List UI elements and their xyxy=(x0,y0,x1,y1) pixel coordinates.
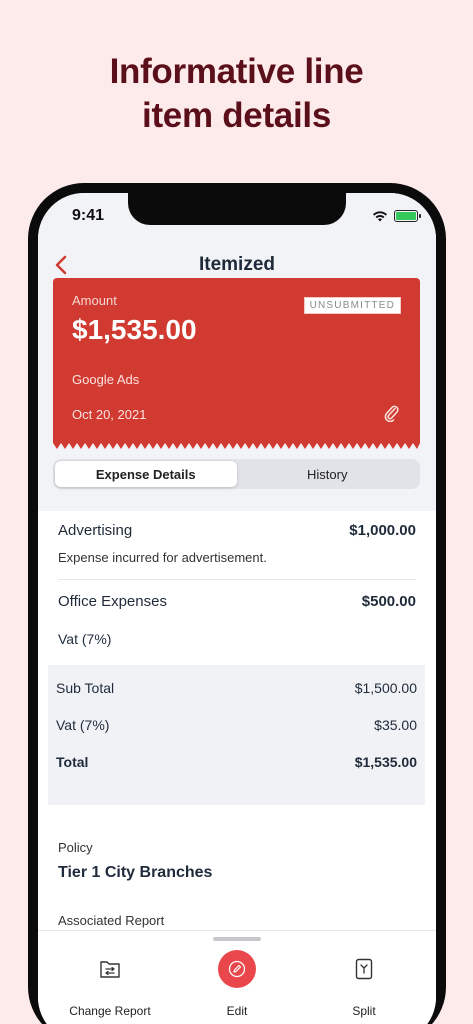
subtotal-value: $1,500.00 xyxy=(354,680,417,696)
header-area: 9:41 Itemized Amount $1,535.00 UNSUBMITT… xyxy=(38,193,436,511)
headline-line-2: item details xyxy=(142,96,331,135)
subtotal-label: Sub Total xyxy=(56,680,115,696)
split-label: Split xyxy=(352,1004,376,1018)
headline-line-1: Informative line xyxy=(109,52,364,91)
sheet-handle[interactable] xyxy=(213,937,261,941)
receipt-edge xyxy=(53,443,420,449)
vat-label: Vat (7%) xyxy=(56,717,110,733)
edit-label: Edit xyxy=(226,1004,248,1018)
associated-report-label: Associated Report xyxy=(58,913,165,928)
attachment-icon[interactable] xyxy=(384,405,400,423)
policy-value: Tier 1 City Branches xyxy=(58,864,213,881)
line-item-advertising[interactable]: Advertising $1,000.00 xyxy=(58,522,416,539)
phone-frame: 9:41 Itemized Amount $1,535.00 UNSUBMITT… xyxy=(28,183,446,1024)
tab-expense-details[interactable]: Expense Details xyxy=(55,461,237,487)
battery-icon xyxy=(394,210,421,222)
totals-summary: Sub Total $1,500.00 Vat (7%) $35.00 Tota… xyxy=(48,665,425,805)
vat-value: $35.00 xyxy=(374,717,417,733)
edit-button[interactable]: Edit xyxy=(177,949,297,1018)
merchant-name: Google Ads xyxy=(72,372,140,387)
subtotal-row: Sub Total $1,500.00 xyxy=(56,680,417,696)
line-item-description: Expense incurred for advertisement. xyxy=(58,550,267,565)
page-title: Itemized xyxy=(198,254,276,275)
marketing-headline: Informative line item details xyxy=(0,50,473,138)
detail-tabs: Expense Details History xyxy=(53,459,420,489)
change-report-button[interactable]: Change Report xyxy=(50,949,170,1018)
total-label: Total xyxy=(56,754,89,770)
vat-row: Vat (7%) $35.00 xyxy=(56,717,417,733)
folder-swap-icon xyxy=(100,961,120,978)
expense-summary-card: Amount $1,535.00 UNSUBMITTED Google Ads … xyxy=(53,278,420,443)
split-icon xyxy=(355,958,373,980)
line-item-name: Advertising xyxy=(58,522,133,539)
edit-circle[interactable] xyxy=(218,950,256,988)
line-item-tax: Vat (7%) xyxy=(58,631,112,647)
amount-value: $1,535.00 xyxy=(72,314,197,345)
total-value: $1,535.00 xyxy=(354,754,417,770)
line-item-amount: $1,000.00 xyxy=(349,522,416,539)
status-icons xyxy=(372,210,421,222)
wifi-icon xyxy=(373,211,387,222)
expense-date: Oct 20, 2021 xyxy=(72,407,147,422)
line-item-name: Office Expenses xyxy=(58,593,167,610)
amount-label: Amount xyxy=(72,293,117,308)
change-report-label: Change Report xyxy=(69,1004,151,1018)
policy-label: Policy xyxy=(58,840,93,855)
pencil-icon xyxy=(228,960,246,978)
phone-screen: 9:41 Itemized Amount $1,535.00 UNSUBMITT… xyxy=(38,193,436,1024)
line-item-amount: $500.00 xyxy=(361,593,416,610)
status-badge: UNSUBMITTED xyxy=(303,297,401,314)
split-button[interactable]: Split xyxy=(304,949,424,1018)
divider xyxy=(58,579,416,580)
tab-history[interactable]: History xyxy=(237,461,419,487)
total-row: Total $1,535.00 xyxy=(56,754,417,770)
bottom-toolbar: Change Report Edit Split xyxy=(38,930,436,1024)
phone-notch xyxy=(128,193,346,225)
line-item-office-expenses[interactable]: Office Expenses $500.00 xyxy=(58,593,416,610)
status-time: 9:41 xyxy=(72,207,105,224)
